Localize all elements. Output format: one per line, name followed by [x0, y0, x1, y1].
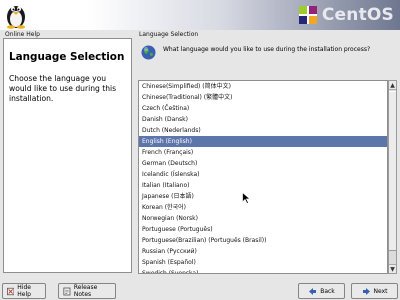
- notes-icon: [63, 287, 71, 295]
- language-list-item[interactable]: Chinese(Traditional) (繁體中文): [139, 92, 387, 103]
- language-list-item[interactable]: Portuguese(Brazilian) (Português (Brasil…: [139, 235, 387, 246]
- left-arrow-icon: [309, 287, 317, 295]
- language-list-item[interactable]: German (Deutsch): [139, 158, 387, 169]
- language-list-item[interactable]: Swedish (Svenska): [139, 268, 387, 273]
- language-list-item[interactable]: Japanese (日本語): [139, 191, 387, 202]
- scroll-down-arrow-icon[interactable]: ▼: [389, 264, 396, 273]
- language-list-item[interactable]: Dutch (Nederlands): [139, 125, 387, 136]
- help-icon: [7, 287, 15, 295]
- language-question: What language would you like to use duri…: [163, 46, 371, 53]
- language-list-item[interactable]: French (Français): [139, 147, 387, 158]
- mouse-pointer-icon: [242, 192, 251, 204]
- hide-help-button[interactable]: Hide Help: [2, 283, 46, 299]
- scroll-thumb[interactable]: [389, 91, 396, 251]
- top-banner: CentOS: [0, 0, 400, 30]
- centos-logo-icon: [298, 6, 317, 24]
- release-notes-label: Release Notes: [73, 284, 98, 298]
- right-arrow-icon: [362, 287, 370, 295]
- globe-icon: [141, 45, 156, 60]
- language-list-item[interactable]: Russian (Русский): [139, 246, 387, 257]
- next-button[interactable]: Next: [351, 283, 398, 299]
- language-list-item[interactable]: Portuguese (Português): [139, 224, 387, 235]
- language-list-item[interactable]: Icelandic (Íslenska): [139, 169, 387, 180]
- language-list-item[interactable]: Czech (Čeština): [139, 103, 387, 114]
- help-pane: Language Selection Choose the language y…: [3, 38, 132, 273]
- language-list-item[interactable]: Danish (Dansk): [139, 114, 387, 125]
- centos-logo: CentOS: [297, 3, 394, 27]
- language-list-item[interactable]: Italian (Italiano): [139, 180, 387, 191]
- help-caption: Online Help: [5, 31, 40, 38]
- next-label: Next: [373, 287, 388, 295]
- back-button[interactable]: Back: [298, 283, 345, 299]
- language-list[interactable]: Chinese(Simplified) (简体中文) Chinese(Tradit…: [138, 80, 388, 274]
- language-list-scrollbar[interactable]: ▲ ▼: [388, 80, 397, 274]
- language-list-item[interactable]: English (English): [139, 136, 387, 147]
- language-list-item[interactable]: Norwegian (Norsk): [139, 213, 387, 224]
- centos-brand-text: CentOS: [321, 5, 394, 25]
- hide-help-label: Hide Help: [17, 284, 31, 298]
- help-title: Language Selection: [9, 51, 125, 63]
- language-list-item[interactable]: Chinese(Simplified) (简体中文): [139, 81, 387, 92]
- back-label: Back: [320, 287, 335, 295]
- tux-penguin-icon: [7, 6, 25, 29]
- language-list-item[interactable]: Korean (한국어): [139, 202, 387, 213]
- release-notes-button[interactable]: Release Notes: [58, 283, 116, 299]
- language-caption: Language Selection: [139, 31, 199, 38]
- language-list-item[interactable]: Spanish (Español): [139, 257, 387, 268]
- help-text: Choose the language you would like to us…: [9, 74, 117, 103]
- scroll-up-arrow-icon[interactable]: ▲: [389, 81, 396, 90]
